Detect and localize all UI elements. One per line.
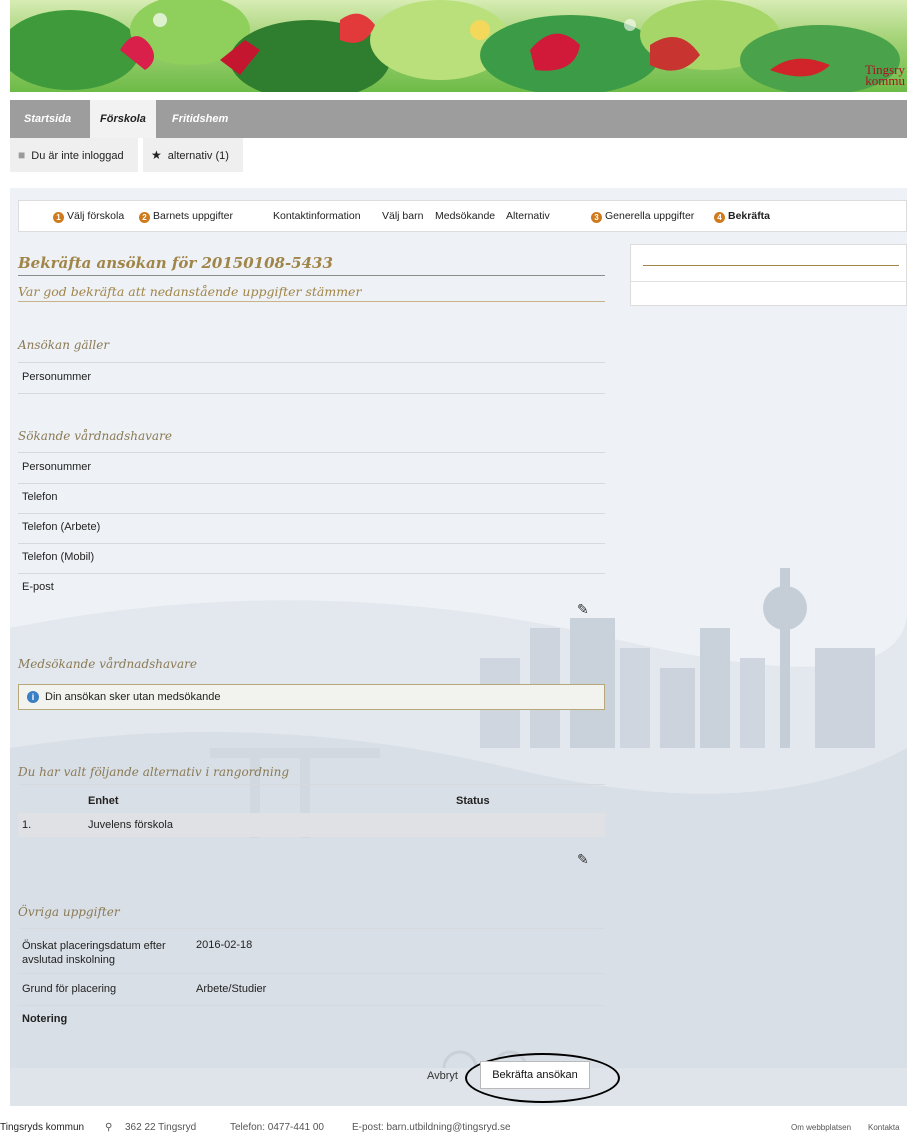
footer-link-about[interactable]: Om webbplatsen (791, 1123, 851, 1132)
footer-address: 362 22 Tingsryd (125, 1122, 197, 1133)
info-text: Din ansökan sker utan medsökande (45, 691, 221, 703)
logo-text-line2: kommu (865, 73, 905, 88)
field-row-guardian-telefon-mobil: Telefon (Mobil) (18, 544, 605, 574)
person-icon: ■ (18, 148, 26, 162)
column-header-status: Status (456, 795, 490, 807)
field-value: Arbete/Studier (196, 983, 267, 995)
step-valj-barn[interactable]: Välj barn (382, 201, 423, 231)
section-title-co-guardian: Medsökande vårdnadshavare (18, 657, 197, 671)
subtitle-divider (18, 301, 605, 302)
field-row-guardian-personnummer: Personummer (18, 454, 605, 484)
field-label: E-post (22, 581, 54, 593)
field-label: Personummer (22, 371, 92, 383)
field-label: Telefon (22, 491, 58, 503)
section-divider (18, 452, 605, 453)
footer-link-contact[interactable]: Kontakta (868, 1123, 900, 1132)
step-label: Bekräfta (728, 210, 771, 222)
field-row-guardian-epost: E-post (18, 574, 605, 604)
side-panel (630, 244, 907, 306)
field-label: Personummer (22, 461, 92, 473)
section-title-application: Ansökan gäller (18, 338, 110, 352)
step-bekrafta[interactable]: 4 Bekräfta (714, 201, 770, 231)
footer: Tingsryds kommun ⚲ 362 22 Tingsryd Telef… (0, 1120, 907, 1136)
banner-illustration (10, 0, 900, 92)
edit-guardian-pencil-icon[interactable]: ✎ (577, 601, 589, 618)
form-actions: Avbryt Bekräfta ansökan (10, 1048, 907, 1103)
field-label: Önskat placeringsdatum efter avslutad in… (22, 940, 166, 966)
footer-org-name: Tingsryds kommun (0, 1122, 85, 1133)
step-number-badge: 2 (139, 212, 150, 223)
municipality-logo[interactable]: Tingsry kommu (829, 63, 907, 90)
confirm-application-button[interactable]: Bekräfta ansökan (480, 1061, 590, 1089)
step-label: Välj förskola (67, 210, 125, 222)
step-barnets-uppgifter[interactable]: 2 Barnets uppgifter (139, 201, 233, 231)
alternatives-link[interactable]: ★ alternativ (1) (143, 138, 243, 172)
alternative-rank: 1. (22, 819, 32, 831)
step-alternativ[interactable]: Alternativ (506, 201, 550, 231)
field-row-guardian-telefon-arbete: Telefon (Arbete) (18, 514, 605, 544)
info-icon: i (27, 691, 39, 703)
field-row-guardian-telefon: Telefon (18, 484, 605, 514)
main-content: 1 Välj förskola 2 Barnets uppgifter Kontak… (10, 188, 907, 1106)
section-title-guardian: Sökande vårdnadshavare (18, 429, 172, 443)
step-generella-uppgifter[interactable]: 3 Generella uppgifter (591, 201, 694, 231)
step-number-badge: 4 (714, 212, 725, 223)
section-divider (18, 928, 605, 929)
map-pin-icon[interactable]: ⚲ (105, 1122, 112, 1133)
title-divider (18, 275, 605, 276)
section-title-alternatives: Du har valt följande alternativ i rangor… (18, 765, 290, 779)
section-divider (18, 784, 605, 785)
section-title-other: Övriga uppgifter (18, 905, 120, 919)
field-label: Telefon (Arbete) (22, 521, 101, 533)
table-row: 1. Juvelens förskola (18, 813, 605, 837)
page-title: Bekräfta ansökan för 20150108-5433 (18, 254, 333, 272)
alternative-unit: Juvelens förskola (88, 819, 173, 831)
field-label: Grund för placering (22, 983, 117, 995)
step-number-badge: 3 (591, 212, 602, 223)
page-subtitle: Var god bekräfta att nedanstående uppgif… (18, 284, 362, 299)
step-label: Generella uppgifter (605, 210, 695, 222)
tab-fritidshem[interactable]: Fritidshem (162, 100, 238, 138)
step-valj-forskola[interactable]: 1 Välj förskola (53, 201, 124, 231)
step-label: Barnets uppgifter (153, 210, 233, 222)
tab-startsida[interactable]: Startsida (14, 100, 81, 138)
step-number-badge: 1 (53, 212, 64, 223)
field-row-placement-date: Önskat placeringsdatum efter avslutad in… (18, 932, 605, 974)
login-status-text: Du är inte inloggad (31, 150, 124, 162)
header-banner: Tingsry kommu (10, 0, 907, 92)
field-value: 2016-02-18 (196, 939, 253, 951)
cancel-link[interactable]: Avbryt (427, 1070, 458, 1082)
star-icon: ★ (151, 148, 162, 162)
section-divider (18, 362, 605, 363)
field-row-placement-reason: Grund för placering Arbete/Studier (18, 976, 605, 1006)
login-status[interactable]: ■ Du är inte inloggad (10, 138, 138, 172)
field-label: Notering (22, 1013, 68, 1025)
progress-steps: 1 Välj förskola 2 Barnets uppgifter Kontak… (18, 200, 907, 232)
co-guardian-info-box: i Din ansökan sker utan medsökande (18, 684, 605, 710)
main-navigation: Startsida Förskola Fritidshem (10, 100, 907, 138)
tab-forskola[interactable]: Förskola (90, 100, 156, 138)
edit-alternatives-pencil-icon[interactable]: ✎ (577, 851, 589, 868)
footer-email[interactable]: E-post: barn.utbildning@tingsryd.se (352, 1122, 511, 1133)
column-header-unit: Enhet (88, 795, 119, 807)
side-panel-separator (631, 281, 907, 282)
alternatives-count: alternativ (1) (167, 150, 229, 162)
step-kontaktinformation[interactable]: Kontaktinformation (273, 201, 361, 231)
field-row-application-personnummer: Personummer (18, 364, 605, 394)
field-row-note: Notering (18, 1006, 605, 1036)
side-panel-divider (643, 265, 899, 266)
footer-phone: Telefon: 0477-441 00 (230, 1122, 324, 1133)
step-medsokande[interactable]: Medsökande (435, 201, 495, 231)
field-label: Telefon (Mobil) (22, 551, 95, 563)
